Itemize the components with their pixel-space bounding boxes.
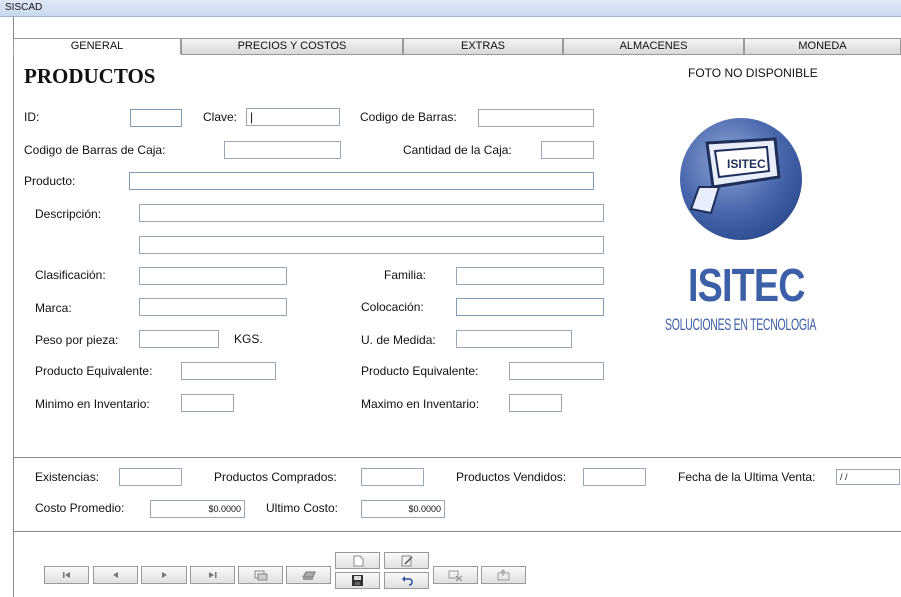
prev-icon	[113, 572, 118, 578]
photo-unavailable-label: FOTO NO DISPONIBLE	[688, 66, 818, 80]
prev-record-button[interactable]	[93, 566, 138, 584]
search-icon	[254, 570, 268, 581]
weight-input[interactable]	[139, 330, 219, 348]
logo-badge-text: ISITEC	[727, 157, 766, 171]
sold-label: Productos Vendidos:	[456, 470, 567, 484]
equivalent-product-input-2[interactable]	[509, 362, 604, 380]
window-title: SISCAD	[5, 2, 43, 13]
tab-precios-y-costos[interactable]: PRECIOS Y COSTOS	[181, 38, 403, 55]
avg-cost-input[interactable]: $0.0000	[150, 500, 245, 518]
export-button[interactable]	[481, 566, 526, 584]
classification-label: Clasificación:	[35, 268, 106, 282]
logo-brand-text: ISITEC	[688, 259, 805, 311]
page-title: PRODUCTOS	[24, 64, 156, 88]
equivalent-product-label-2: Producto Equivalente:	[361, 364, 479, 378]
stats-separator-top	[13, 457, 901, 458]
last-sale-input[interactable]: / /	[836, 469, 900, 485]
barcode-input[interactable]	[478, 109, 594, 127]
undo-button[interactable]	[384, 572, 429, 589]
last-cost-label: Ultimo Costo:	[266, 501, 339, 515]
bought-input[interactable]	[361, 468, 424, 486]
barcode-label: Codigo de Barras:	[360, 110, 457, 124]
family-input[interactable]	[456, 267, 604, 285]
max-stock-input[interactable]	[509, 394, 562, 412]
next-record-button[interactable]	[141, 566, 187, 584]
description-label: Descripción:	[35, 207, 102, 221]
tab-extras[interactable]: EXTRAS	[403, 38, 563, 55]
delete-icon	[448, 570, 463, 582]
description-input-1[interactable]	[139, 204, 604, 222]
print-icon	[302, 571, 316, 580]
equivalent-product-input-1[interactable]	[181, 362, 276, 380]
min-stock-input[interactable]	[181, 394, 234, 412]
box-barcode-label: Codigo de Barras de Caja:	[24, 143, 166, 157]
delete-button[interactable]	[433, 566, 478, 584]
title-bar: SISCAD	[0, 0, 901, 17]
stock-label: Existencias:	[35, 470, 100, 484]
last-cost-input[interactable]: $0.0000	[361, 500, 445, 518]
measure-input[interactable]	[456, 330, 572, 348]
tab-moneda[interactable]: MONEDA	[744, 38, 901, 55]
logo-tagline-text: SOLUCIONES EN TECNOLOGIA	[665, 315, 817, 334]
box-qty-input[interactable]	[541, 141, 594, 159]
family-label: Familia:	[384, 268, 427, 282]
edit-record-button[interactable]	[384, 552, 429, 569]
placement-label: Colocación:	[361, 300, 424, 314]
equivalent-product-label-1: Producto Equivalente:	[35, 364, 153, 378]
min-stock-label: Minimo en Inventario:	[35, 397, 150, 411]
tab-general[interactable]: GENERAL	[13, 38, 181, 55]
id-input[interactable]	[130, 109, 182, 127]
sold-input[interactable]	[583, 468, 646, 486]
first-record-button[interactable]	[44, 566, 89, 584]
id-label: ID:	[24, 110, 40, 124]
save-button[interactable]	[335, 572, 380, 589]
new-icon	[353, 555, 364, 567]
last-icon	[209, 572, 217, 578]
product-input[interactable]	[129, 172, 594, 190]
stock-input[interactable]	[119, 468, 182, 486]
first-icon	[63, 572, 70, 578]
description-input-2[interactable]	[139, 236, 604, 254]
box-qty-label: Cantidad de la Caja:	[403, 143, 512, 157]
search-button[interactable]	[238, 566, 283, 584]
measure-label: U. de Medida:	[361, 333, 436, 347]
new-record-button[interactable]	[335, 552, 380, 569]
weight-unit-label: KGS.	[234, 332, 263, 346]
clave-input[interactable]: |	[246, 108, 340, 126]
max-stock-label: Maximo en Inventario:	[361, 397, 480, 411]
stats-separator-bottom	[13, 531, 901, 532]
next-icon	[162, 572, 167, 578]
undo-icon	[402, 576, 413, 586]
classification-input[interactable]	[139, 267, 287, 285]
isitec-logo-icon: ISITEC	[679, 117, 803, 241]
print-button[interactable]	[286, 566, 331, 584]
tab-almacenes[interactable]: ALMACENES	[563, 38, 744, 55]
last-record-button[interactable]	[190, 566, 235, 584]
brand-label: Marca:	[35, 301, 72, 315]
avg-cost-label: Costo Promedio:	[35, 501, 125, 515]
last-sale-label: Fecha de la Ultima Venta:	[678, 470, 816, 484]
clave-label: Clave:	[203, 110, 238, 124]
brand-input[interactable]	[139, 298, 287, 316]
box-barcode-input[interactable]	[224, 141, 341, 159]
edit-icon	[401, 555, 413, 567]
placement-input[interactable]	[456, 298, 604, 316]
product-label: Producto:	[24, 174, 76, 188]
weight-label: Peso por pieza:	[35, 333, 119, 347]
bought-label: Productos Comprados:	[214, 470, 337, 484]
save-icon	[352, 575, 363, 586]
export-icon	[497, 569, 510, 581]
